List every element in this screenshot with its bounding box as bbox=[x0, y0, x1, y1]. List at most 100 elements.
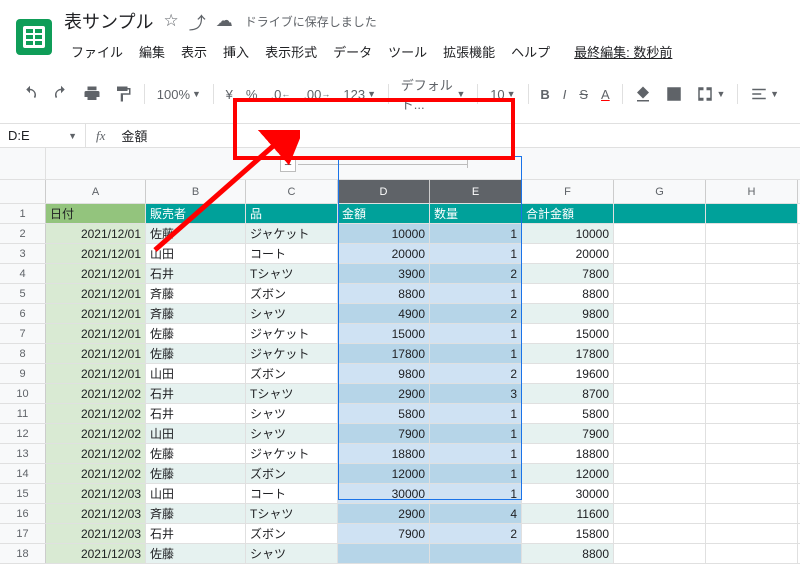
cell-A1[interactable]: 日付 bbox=[46, 204, 146, 223]
row-header-12[interactable]: 12 bbox=[0, 424, 46, 443]
menu-ツール[interactable]: ツール bbox=[381, 38, 434, 65]
cell-C5[interactable]: ズボン bbox=[246, 284, 338, 303]
cell-A3[interactable]: 2021/12/01 bbox=[46, 244, 146, 263]
cell-A10[interactable]: 2021/12/02 bbox=[46, 384, 146, 403]
cell-B12[interactable]: 山田 bbox=[146, 424, 246, 443]
cell-F10[interactable]: 8700 bbox=[522, 384, 614, 403]
group-collapse-button[interactable]: − bbox=[280, 156, 296, 172]
cell-D14[interactable]: 12000 bbox=[338, 464, 430, 483]
cell-F17[interactable]: 15800 bbox=[522, 524, 614, 543]
cell-G14[interactable] bbox=[614, 464, 706, 483]
row-header-2[interactable]: 2 bbox=[0, 224, 46, 243]
cell-H2[interactable] bbox=[706, 224, 798, 243]
cell-B8[interactable]: 佐藤 bbox=[146, 344, 246, 363]
cell-F18[interactable]: 8800 bbox=[522, 544, 614, 563]
cell-G4[interactable] bbox=[614, 264, 706, 283]
cell-C17[interactable]: ズボン bbox=[246, 524, 338, 543]
cell-D2[interactable]: 10000 bbox=[338, 224, 430, 243]
col-header-E[interactable]: E bbox=[430, 180, 522, 203]
menu-ヘルプ[interactable]: ヘルプ bbox=[504, 38, 557, 65]
cell-D12[interactable]: 7900 bbox=[338, 424, 430, 443]
cell-F15[interactable]: 30000 bbox=[522, 484, 614, 503]
cell-G16[interactable] bbox=[614, 504, 706, 523]
cell-E11[interactable]: 1 bbox=[430, 404, 522, 423]
col-header-B[interactable]: B bbox=[146, 180, 246, 203]
cell-B10[interactable]: 石井 bbox=[146, 384, 246, 403]
cell-F8[interactable]: 17800 bbox=[522, 344, 614, 363]
col-header-G[interactable]: G bbox=[614, 180, 706, 203]
cell-A17[interactable]: 2021/12/03 bbox=[46, 524, 146, 543]
doc-title[interactable]: 表サンプル bbox=[64, 8, 153, 34]
cell-E7[interactable]: 1 bbox=[430, 324, 522, 343]
cell-E6[interactable]: 2 bbox=[430, 304, 522, 323]
cell-A11[interactable]: 2021/12/02 bbox=[46, 404, 146, 423]
cell-C18[interactable]: シャツ bbox=[246, 544, 338, 563]
menu-編集[interactable]: 編集 bbox=[132, 38, 172, 65]
undo-button[interactable] bbox=[16, 81, 44, 107]
cell-D6[interactable]: 4900 bbox=[338, 304, 430, 323]
row-header-13[interactable]: 13 bbox=[0, 444, 46, 463]
row-header-14[interactable]: 14 bbox=[0, 464, 46, 483]
cell-A7[interactable]: 2021/12/01 bbox=[46, 324, 146, 343]
cell-F12[interactable]: 7900 bbox=[522, 424, 614, 443]
cell-E15[interactable]: 1 bbox=[430, 484, 522, 503]
cell-H10[interactable] bbox=[706, 384, 798, 403]
cell-A16[interactable]: 2021/12/03 bbox=[46, 504, 146, 523]
zoom-select[interactable]: 100%▼ bbox=[152, 83, 206, 106]
cell-H3[interactable] bbox=[706, 244, 798, 263]
row-header-17[interactable]: 17 bbox=[0, 524, 46, 543]
col-header-H[interactable]: H bbox=[706, 180, 798, 203]
cell-E3[interactable]: 1 bbox=[430, 244, 522, 263]
cell-F1[interactable]: 合計金額 bbox=[522, 204, 614, 223]
cell-A12[interactable]: 2021/12/02 bbox=[46, 424, 146, 443]
cell-C10[interactable]: Tシャツ bbox=[246, 384, 338, 403]
cell-H4[interactable] bbox=[706, 264, 798, 283]
row-header-6[interactable]: 6 bbox=[0, 304, 46, 323]
row-header-5[interactable]: 5 bbox=[0, 284, 46, 303]
cell-B18[interactable]: 佐藤 bbox=[146, 544, 246, 563]
cell-F6[interactable]: 9800 bbox=[522, 304, 614, 323]
decrease-decimal-button[interactable]: .0← bbox=[265, 83, 295, 106]
cell-B11[interactable]: 石井 bbox=[146, 404, 246, 423]
cell-H14[interactable] bbox=[706, 464, 798, 483]
cell-E10[interactable]: 3 bbox=[430, 384, 522, 403]
cell-A4[interactable]: 2021/12/01 bbox=[46, 264, 146, 283]
cell-F3[interactable]: 20000 bbox=[522, 244, 614, 263]
horizontal-align-button[interactable]: ▼ bbox=[745, 81, 784, 107]
cell-H13[interactable] bbox=[706, 444, 798, 463]
name-box[interactable]: D:E▼ bbox=[0, 124, 86, 147]
cell-E13[interactable]: 1 bbox=[430, 444, 522, 463]
last-edit-link[interactable]: 最終編集: 数秒前 bbox=[567, 38, 679, 65]
cell-H17[interactable] bbox=[706, 524, 798, 543]
cell-G13[interactable] bbox=[614, 444, 706, 463]
cell-D17[interactable]: 7900 bbox=[338, 524, 430, 543]
cell-G7[interactable] bbox=[614, 324, 706, 343]
cell-C1[interactable]: 品 bbox=[246, 204, 338, 223]
row-header-4[interactable]: 4 bbox=[0, 264, 46, 283]
cell-G11[interactable] bbox=[614, 404, 706, 423]
cell-F11[interactable]: 5800 bbox=[522, 404, 614, 423]
cell-A15[interactable]: 2021/12/03 bbox=[46, 484, 146, 503]
cell-F9[interactable]: 19600 bbox=[522, 364, 614, 383]
cell-G17[interactable] bbox=[614, 524, 706, 543]
cell-G8[interactable] bbox=[614, 344, 706, 363]
cell-C2[interactable]: ジャケット bbox=[246, 224, 338, 243]
cell-B4[interactable]: 石井 bbox=[146, 264, 246, 283]
cell-B9[interactable]: 山田 bbox=[146, 364, 246, 383]
cell-C4[interactable]: Tシャツ bbox=[246, 264, 338, 283]
cell-H9[interactable] bbox=[706, 364, 798, 383]
cell-E12[interactable]: 1 bbox=[430, 424, 522, 443]
cell-C16[interactable]: Tシャツ bbox=[246, 504, 338, 523]
borders-button[interactable] bbox=[660, 81, 688, 107]
col-header-F[interactable]: F bbox=[522, 180, 614, 203]
cell-H11[interactable] bbox=[706, 404, 798, 423]
print-button[interactable] bbox=[78, 81, 106, 107]
paint-format-button[interactable] bbox=[109, 81, 137, 107]
cell-H8[interactable] bbox=[706, 344, 798, 363]
cell-B14[interactable]: 佐藤 bbox=[146, 464, 246, 483]
cell-D3[interactable]: 20000 bbox=[338, 244, 430, 263]
cell-F2[interactable]: 10000 bbox=[522, 224, 614, 243]
cloud-saved-icon[interactable]: ☁ bbox=[216, 11, 233, 31]
cell-E1[interactable]: 数量 bbox=[430, 204, 522, 223]
cell-C7[interactable]: ジャケット bbox=[246, 324, 338, 343]
